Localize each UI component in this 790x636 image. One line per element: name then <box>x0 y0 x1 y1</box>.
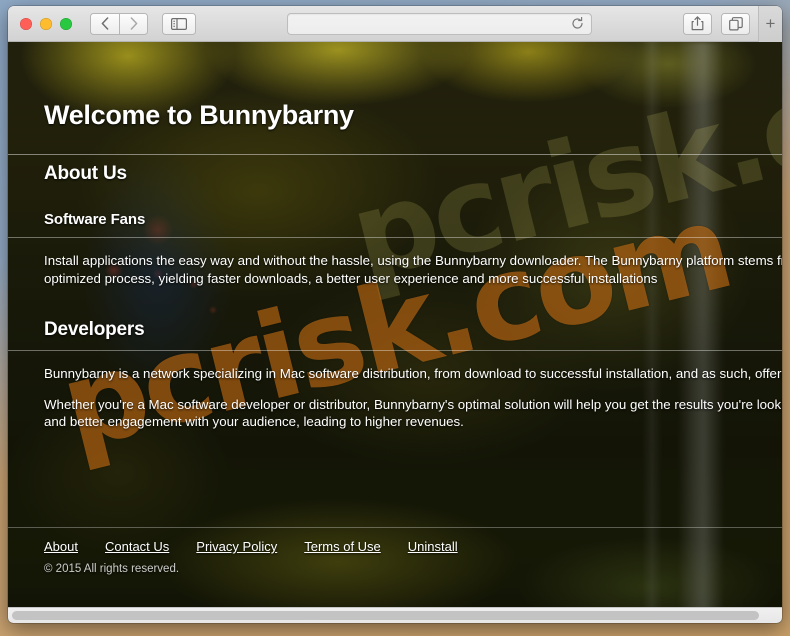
footer-link-uninstall[interactable]: Uninstall <box>408 539 458 554</box>
footer-link-privacy-policy[interactable]: Privacy Policy <box>196 539 277 554</box>
browser-toolbar: + <box>8 6 782 42</box>
web-content: pcrisk.com pcrisk.com Welcome to Bunnyba… <box>8 42 782 623</box>
share-icon <box>691 16 704 31</box>
maximize-window-button[interactable] <box>60 17 72 30</box>
show-all-tabs-button[interactable] <box>721 12 750 35</box>
sidebar-icon <box>171 17 187 30</box>
window-controls <box>20 17 72 30</box>
paragraph-developers-1: Bunnybarny is a network specializing in … <box>44 366 782 381</box>
copyright-text: © 2015 All rights reserved. <box>44 563 180 575</box>
page-body: Welcome to Bunnybarny About Us Software … <box>8 42 782 623</box>
section-heading-about-us: About Us <box>44 163 127 184</box>
navigation-buttons <box>90 12 148 35</box>
reload-icon <box>572 17 583 29</box>
back-button[interactable] <box>90 12 119 35</box>
footer-link-terms-of-use[interactable]: Terms of Use <box>304 539 381 554</box>
share-button[interactable] <box>683 12 712 35</box>
section-heading-developers: Developers <box>44 319 145 340</box>
close-window-button[interactable] <box>20 17 32 30</box>
forward-button[interactable] <box>119 12 148 35</box>
toolbar-right-buttons <box>683 12 750 35</box>
developers-divider <box>8 350 782 351</box>
paragraph-software-fans: Install applications the easy way and wi… <box>44 253 782 286</box>
hero-divider <box>8 154 782 155</box>
page-footer: About Contact Us Privacy Policy Terms of… <box>8 527 782 575</box>
reload-button[interactable] <box>571 17 584 30</box>
footer-divider <box>8 527 782 528</box>
new-tab-button[interactable]: + <box>758 6 782 42</box>
address-bar[interactable] <box>287 12 592 35</box>
horizontal-scrollbar-thumb[interactable] <box>12 611 759 620</box>
sidebar-toggle-button[interactable] <box>162 12 196 35</box>
safari-window: + pcrisk.com pcrisk.com Welcome to Bunny… <box>8 6 782 623</box>
software-fans-divider <box>8 237 782 238</box>
section-subheading-software-fans: Software Fans <box>44 211 146 228</box>
chevron-left-icon <box>101 17 109 30</box>
chevron-right-icon <box>130 17 137 30</box>
paragraph-developers-2: Whether you're a Mac software developer … <box>44 396 782 430</box>
page-title: Welcome to Bunnybarny <box>44 100 354 130</box>
footer-links: About Contact Us Privacy Policy Terms of… <box>44 539 782 554</box>
minimize-window-button[interactable] <box>40 17 52 30</box>
address-bar-container <box>196 12 683 35</box>
horizontal-scrollbar[interactable] <box>8 607 782 623</box>
footer-link-about[interactable]: About <box>44 539 78 554</box>
address-input[interactable] <box>288 17 571 30</box>
tabs-overview-icon <box>728 16 743 31</box>
footer-link-contact-us[interactable]: Contact Us <box>105 539 169 554</box>
